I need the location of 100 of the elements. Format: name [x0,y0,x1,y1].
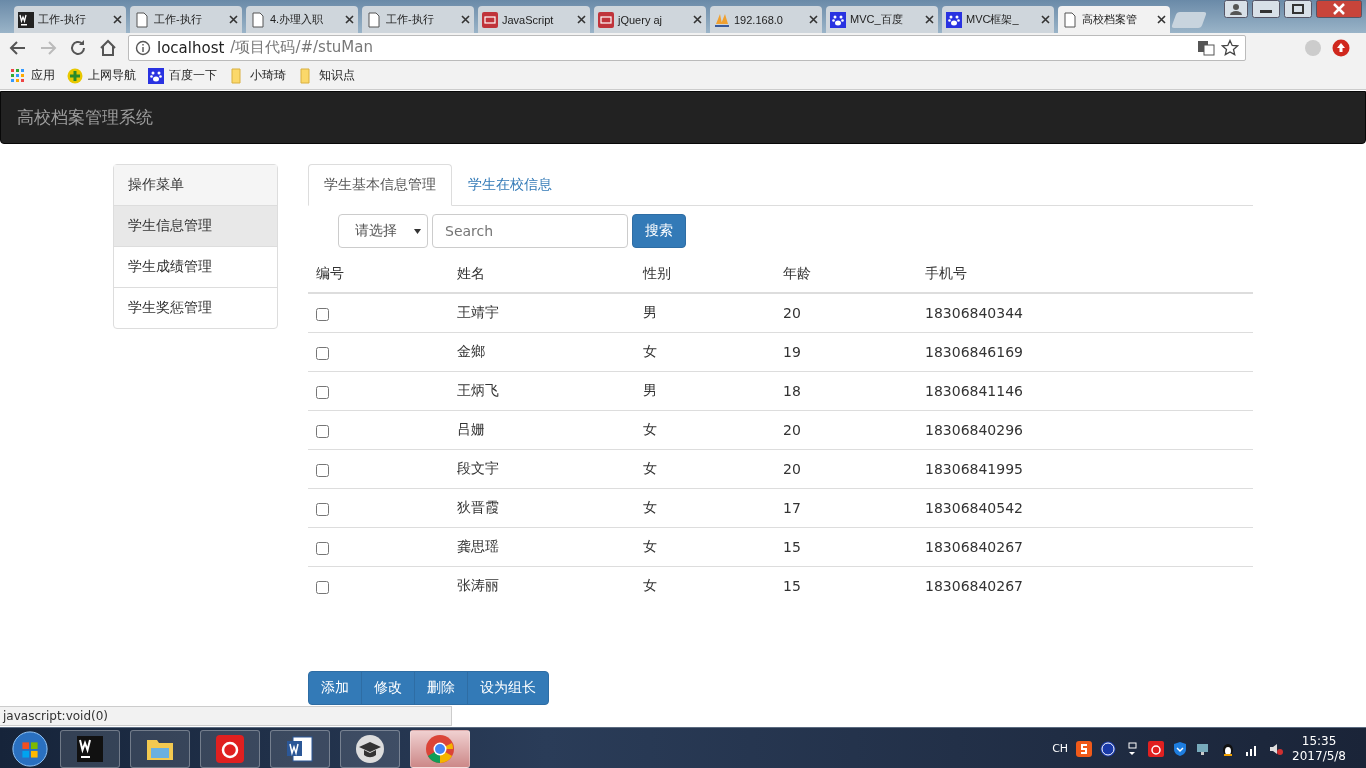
table-cell: 18306840267 [917,527,1253,567]
info-icon[interactable] [135,39,151,56]
table-cell: 段文宇 [449,449,635,489]
globe-icon [67,67,83,84]
taskbar-app[interactable] [270,729,330,768]
user-icon[interactable] [1224,0,1248,18]
browser-tab[interactable]: 4.办理入职 [246,6,358,33]
star-icon[interactable] [1221,38,1239,57]
browser-tab[interactable]: JavaScript [478,6,590,33]
page-icon [250,11,266,28]
browser-tab[interactable]: MVC框架_ [942,6,1054,33]
paw-icon [946,11,962,28]
music-app-icon [215,733,245,764]
select-dropdown[interactable]: 请选择 [338,214,428,248]
action-button[interactable]: 添加 [308,671,362,705]
caret-icon [414,228,421,234]
table-cell: 15 [775,566,917,605]
table-cell: 19 [775,332,917,372]
table-cell: 20 [775,410,917,450]
table-cell: 男 [635,371,775,411]
sidebar-item[interactable]: 学生信息管理 [114,206,277,247]
paw-icon [148,67,164,84]
browser-tab[interactable]: 192.168.0 [710,6,822,33]
row-checkbox[interactable] [316,307,329,321]
page-icon [366,11,382,28]
table-cell: 18 [775,371,917,411]
browser-tab[interactable]: jQuery aj [594,6,706,33]
clock-date[interactable]: 2017/5/8 [1292,748,1346,764]
close-tab-icon[interactable] [461,15,470,24]
clock-time[interactable]: 15:35 [1301,733,1337,749]
status-tooltip: javascript:void(0) [0,706,452,726]
row-checkbox[interactable] [316,463,329,477]
close-tab-icon[interactable] [925,15,934,24]
close-tab-icon[interactable] [577,15,586,24]
table-cell: 狄晋霞 [449,488,635,528]
browser-tab[interactable]: 工作-执行 [14,6,126,33]
close-icon[interactable] [1316,0,1362,18]
tab[interactable]: 学生在校信息 [452,164,568,206]
browser-tab[interactable]: 工作-执行 [130,6,242,33]
bookmark[interactable]: 知识点 [298,67,355,84]
row-checkbox[interactable] [316,502,329,516]
row-checkbox[interactable] [316,541,329,555]
table-cell: 金鄉 [449,332,635,372]
table-cell: 18306840296 [917,410,1253,450]
search-button[interactable]: 搜索 [632,214,686,248]
minimize-icon[interactable] [1252,0,1280,18]
document-app-icon [285,733,315,764]
bookmark[interactable]: 应用 [10,67,55,84]
taskbar-app[interactable] [200,729,260,768]
music-app-icon[interactable] [1148,740,1165,757]
row-checkbox[interactable] [316,385,329,399]
ws-icon [18,11,34,28]
close-tab-icon[interactable] [1157,15,1166,24]
taskbar-app[interactable] [340,729,400,768]
bookmark[interactable]: 上网导航 [67,67,136,84]
action-button[interactable]: 修改 [361,671,415,705]
close-tab-icon[interactable] [345,15,354,24]
graduation-cap-icon [355,733,385,764]
address-bar[interactable]: localhost /项目代码/#/stuMan [128,34,1246,61]
table-cell: 男 [635,293,775,333]
apps-grid-icon [10,67,26,84]
table-cell: 17 [775,488,917,528]
sidebar-item[interactable]: 学生成绩管理 [114,247,277,288]
row-checkbox[interactable] [316,424,329,438]
sidebar-item[interactable]: 学生奖惩管理 [114,288,277,328]
maximize-icon[interactable] [1284,0,1312,18]
close-tab-icon[interactable] [693,15,702,24]
close-tab-icon[interactable] [809,15,818,24]
browser-tab[interactable]: MVC_百度 [826,6,938,33]
tab[interactable]: 学生基本信息管理 [308,164,452,206]
action-button[interactable]: 删除 [414,671,468,705]
paw-icon [830,11,846,28]
upload-icon[interactable] [1332,38,1350,57]
bookmark[interactable]: 百度一下 [148,67,217,84]
navbar-brand[interactable]: 高校档案管理系统 [17,106,153,129]
browser-tab[interactable]: 高校档案管 [1058,6,1170,33]
table-cell: 15 [775,527,917,567]
column-header: 手机号 [917,256,1253,293]
table-cell: 18306841995 [917,449,1253,489]
taskbar-app[interactable] [410,729,470,768]
input-method-icon[interactable] [1076,740,1093,757]
bookmark[interactable]: 小琦琦 [229,67,286,84]
browser-tab[interactable]: 工作-执行 [362,6,474,33]
action-button[interactable]: 设为组长 [467,671,549,705]
close-tab-icon[interactable] [1041,15,1050,24]
search-field[interactable]: Search [432,214,628,248]
shield-icon[interactable] [1172,740,1189,757]
language-indicator[interactable]: CH [1052,742,1069,755]
sidebar-heading: 操作菜单 [114,165,277,206]
translate-icon[interactable] [1197,39,1215,56]
close-tab-icon[interactable] [113,15,122,24]
table-cell: 18306840542 [917,488,1253,528]
taskbar-app[interactable] [60,729,120,768]
table-cell: 王炳飞 [449,371,635,411]
row-checkbox[interactable] [316,580,329,594]
page-icon [1062,11,1078,28]
close-tab-icon[interactable] [229,15,238,24]
home-icon[interactable] [98,37,118,58]
row-checkbox[interactable] [316,346,329,360]
taskbar-app[interactable] [130,729,190,768]
